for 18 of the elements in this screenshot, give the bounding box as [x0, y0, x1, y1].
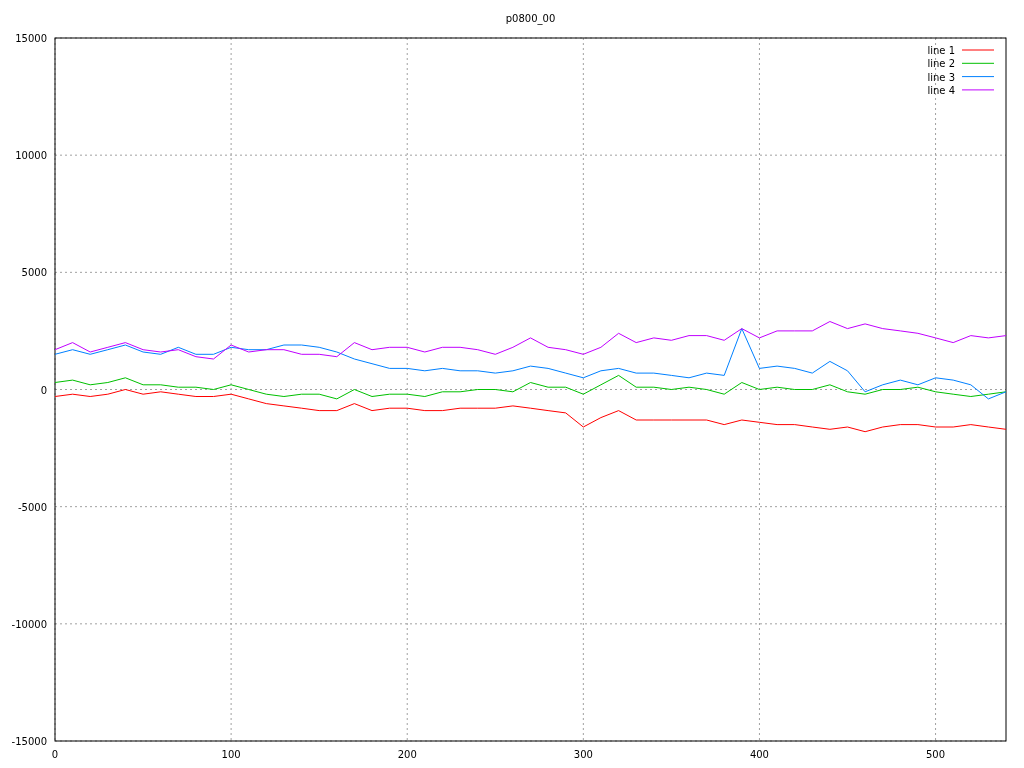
legend-label: line 3	[927, 71, 955, 83]
y-tick-label: -15000	[11, 736, 47, 747]
x-tick-label: 100	[221, 749, 241, 760]
x-tick-label: 500	[926, 749, 946, 760]
legend-label: line 1	[927, 45, 955, 56]
legend-label: line 4	[927, 84, 955, 96]
y-tick-label: -5000	[17, 501, 47, 513]
y-tick-label: -10000	[11, 618, 47, 630]
x-tick-label: 300	[573, 749, 593, 760]
y-tick-label: 15000	[15, 33, 47, 44]
x-tick-label: 400	[749, 749, 769, 760]
x-tick-label: 0	[51, 749, 59, 760]
chart-title: p0800_00	[505, 13, 556, 24]
y-tick-label: 0	[40, 384, 47, 396]
y-tick-label: 10000	[15, 150, 47, 162]
legend-label: line 2	[927, 58, 955, 70]
x-tick-label: 200	[397, 749, 417, 760]
y-tick-label: 5000	[21, 267, 47, 279]
